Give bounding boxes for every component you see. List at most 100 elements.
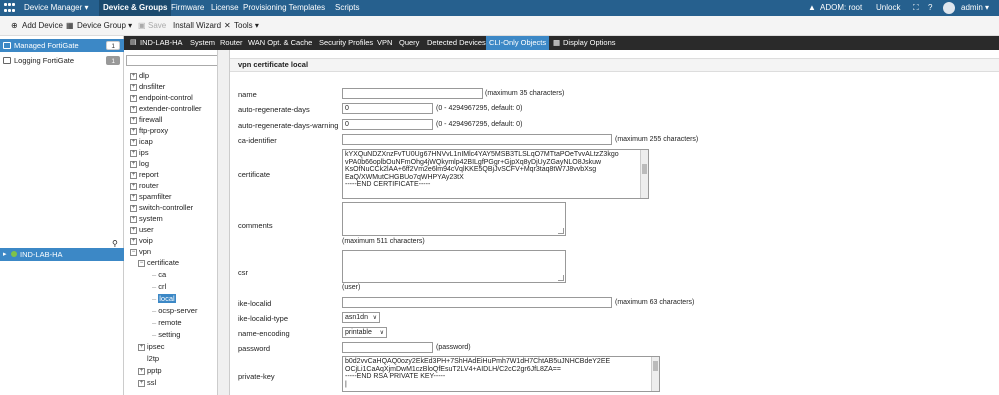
tree-item-vpn[interactable]: − vpn bbox=[130, 246, 151, 257]
user-menu[interactable]: admin ▾ bbox=[961, 0, 989, 16]
menu-provisioning-templates[interactable]: Provisioning Templates bbox=[243, 0, 325, 16]
tree-item-ca[interactable]: – ca bbox=[152, 269, 166, 280]
ike-localid-type-select[interactable]: asn1dn ∨ bbox=[342, 312, 380, 323]
certificate-scrollbar[interactable] bbox=[640, 150, 648, 198]
name-input[interactable] bbox=[342, 88, 483, 99]
auto-regenerate-days-warning-hint: (0 - 4294967295, default: 0) bbox=[436, 121, 523, 128]
certificate-textarea[interactable]: kYXQuNDZXnzFvTU0Ug67HNVvL1nIMlc4YAY5MSB3… bbox=[342, 149, 649, 199]
tree-item-report[interactable]: + report bbox=[130, 169, 159, 180]
device-tab-bar: ▤ IND-LAB-HA System Router WAN Opt. & Ca… bbox=[124, 36, 999, 50]
menu-device-groups[interactable]: Device & Groups bbox=[99, 0, 172, 16]
tree-item-ocsp-server[interactable]: – ocsp-server bbox=[152, 305, 197, 316]
add-device-button[interactable]: Add Device bbox=[22, 20, 63, 32]
tree-item-certificate[interactable]: − certificate bbox=[138, 257, 179, 268]
comments-textarea[interactable] bbox=[342, 202, 566, 236]
tree-item-l2tp[interactable]: l2tp bbox=[138, 353, 159, 364]
adom-label[interactable]: ADOM: root bbox=[820, 0, 862, 16]
device-group-icon: ▦ bbox=[66, 21, 74, 30]
tree-item-endpoint-control[interactable]: + endpoint-control bbox=[130, 92, 193, 103]
private-key-textarea[interactable]: b0d2vvCaHQAQ0ozy2EkEd3PH+7ShHAdEiHuPmh7W… bbox=[342, 356, 660, 392]
save-button[interactable]: Save bbox=[148, 20, 166, 32]
password-input[interactable] bbox=[342, 342, 433, 353]
ike-localid-label: ike-localid bbox=[238, 299, 272, 308]
comments-label: comments bbox=[238, 221, 273, 230]
tree-item-crl[interactable]: – crl bbox=[152, 281, 166, 292]
ca-identifier-input[interactable] bbox=[342, 134, 612, 145]
device-group-button[interactable]: Device Group ▾ bbox=[77, 20, 132, 32]
tab-query[interactable]: Query bbox=[399, 36, 419, 50]
tab-vpn[interactable]: VPN bbox=[377, 36, 392, 50]
expand-icon[interactable]: ▸ bbox=[3, 248, 7, 261]
tree-item-dnsfilter[interactable]: + dnsfilter bbox=[130, 81, 165, 92]
private-key-scrollbar[interactable] bbox=[651, 357, 659, 391]
private-key-text: b0d2vvCaHQAQ0ozy2EkEd3PH+7ShHAdEiHuPmh7W… bbox=[345, 358, 611, 388]
unlock-button[interactable]: Unlock bbox=[876, 0, 900, 16]
tree-item-user[interactable]: + user bbox=[130, 224, 154, 235]
resize-grip-icon[interactable] bbox=[558, 275, 564, 281]
tree-item-icap[interactable]: + icap bbox=[130, 136, 153, 147]
tab-display-options[interactable]: Display Options bbox=[563, 36, 616, 50]
tree-item-log[interactable]: + log bbox=[130, 158, 149, 169]
tab-router[interactable]: Router bbox=[220, 36, 243, 50]
tree-item-voip[interactable]: + voip bbox=[130, 235, 153, 246]
tree-item-firewall[interactable]: + firewall bbox=[130, 114, 162, 125]
tab-detected-devices[interactable]: Detected Devices bbox=[427, 36, 486, 50]
resize-grip-icon[interactable] bbox=[558, 228, 564, 234]
certificate-label: certificate bbox=[238, 170, 271, 179]
tab-wan-opt-cache[interactable]: WAN Opt. & Cache bbox=[248, 36, 312, 50]
tree-item-setting[interactable]: – setting bbox=[152, 329, 180, 340]
auto-regenerate-days-warning-label: auto-regenerate-days-warning bbox=[238, 121, 339, 130]
ike-localid-hint: (maximum 63 characters) bbox=[615, 299, 695, 306]
auto-regenerate-days-warning-input[interactable]: 0 bbox=[342, 119, 433, 130]
tree-item-ftp-proxy[interactable]: + ftp-proxy bbox=[130, 125, 168, 136]
search-icon[interactable]: ⚲ bbox=[112, 239, 118, 248]
tab-system[interactable]: System bbox=[190, 36, 215, 50]
menu-scripts[interactable]: Scripts bbox=[335, 0, 359, 16]
tree-item-dlp[interactable]: + dlp bbox=[130, 70, 149, 81]
name-label: name bbox=[238, 90, 257, 99]
menu-firmware[interactable]: Firmware bbox=[171, 0, 204, 16]
auto-regenerate-days-hint: (0 - 4294967295, default: 0) bbox=[436, 105, 523, 112]
tree-item-ipsec[interactable]: + ipsec bbox=[138, 341, 165, 352]
tree-item-remote[interactable]: – remote bbox=[152, 317, 182, 328]
tree-item-ssl[interactable]: + ssl bbox=[138, 377, 156, 388]
tree-search-input[interactable] bbox=[126, 55, 217, 66]
menu-device-manager[interactable]: Device Manager ▾ bbox=[24, 0, 89, 16]
csr-textarea[interactable] bbox=[342, 250, 566, 283]
tree-item-spamfilter[interactable]: + spamfilter bbox=[130, 191, 172, 202]
ike-localid-type-value: asn1dn bbox=[345, 314, 368, 321]
logging-fortigate-label: Logging FortiGate bbox=[14, 56, 75, 65]
install-wizard-button[interactable]: Install Wizard bbox=[173, 20, 221, 32]
ike-localid-type-label: ike-localid-type bbox=[238, 314, 289, 323]
cli-object-tree: + dlp + dnsfilter + endpoint-control + exten… bbox=[124, 50, 218, 395]
tree-scrollbar[interactable] bbox=[218, 50, 230, 395]
avatar[interactable] bbox=[943, 2, 955, 14]
fullscreen-icon[interactable]: ⛶ bbox=[913, 0, 919, 16]
menu-license[interactable]: License bbox=[211, 0, 239, 16]
name-hint: (maximum 35 characters) bbox=[485, 90, 565, 97]
tree-item-ips[interactable]: + ips bbox=[130, 147, 149, 158]
tab-cli-only-objects[interactable]: CLI-Only Objects bbox=[486, 36, 550, 50]
ca-identifier-label: ca-identifier bbox=[238, 136, 277, 145]
logging-fortigate-item[interactable]: Logging FortiGate 1 bbox=[0, 54, 124, 67]
tree-item-router[interactable]: + router bbox=[130, 180, 159, 191]
tree-item-extender-controller[interactable]: + extender-controller bbox=[130, 103, 202, 114]
tree-item-local[interactable]: – local bbox=[152, 293, 176, 304]
device-item[interactable]: ▸ IND-LAB-HA bbox=[0, 248, 124, 261]
device-label: IND-LAB-HA bbox=[20, 250, 63, 259]
top-bar: Device Manager ▾ Device & Groups Firmwar… bbox=[0, 0, 999, 16]
tab-device-name[interactable]: IND-LAB-HA bbox=[140, 36, 183, 50]
fortinet-logo-icon bbox=[4, 3, 18, 13]
tree-item-switch-controller[interactable]: + switch-controller bbox=[130, 202, 193, 213]
tree-item-pptp[interactable]: + pptp bbox=[138, 365, 162, 376]
tree-item-system[interactable]: + system bbox=[130, 213, 163, 224]
name-encoding-select[interactable]: printable ∨ bbox=[342, 327, 387, 338]
auto-regenerate-days-input[interactable]: 0 bbox=[342, 103, 433, 114]
left-panel: Managed FortiGate 1 Logging FortiGate 1 … bbox=[0, 36, 124, 395]
chevron-down-icon: ∨ bbox=[372, 315, 377, 321]
tools-button[interactable]: Tools ▾ bbox=[234, 20, 259, 32]
managed-fortigate-item[interactable]: Managed FortiGate 1 bbox=[0, 39, 124, 52]
help-icon[interactable]: ? bbox=[928, 0, 932, 16]
tab-security-profiles[interactable]: Security Profiles bbox=[319, 36, 373, 50]
ike-localid-input[interactable] bbox=[342, 297, 612, 308]
